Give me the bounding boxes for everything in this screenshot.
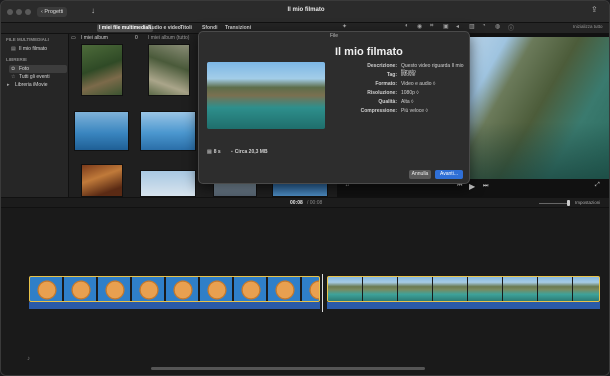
info-icon[interactable]: ⓘ — [508, 23, 514, 32]
photo-thumbnail[interactable] — [140, 111, 196, 151]
timecode-bar: 00:08 / 00:08 Impostazioni — [1, 197, 609, 208]
compression-label: Compressione: — [360, 108, 397, 114]
play-icon[interactable]: ▶ — [469, 182, 475, 191]
tab-titles[interactable]: Titoli — [178, 24, 194, 32]
duration-stat: ▤ 8 s — [207, 149, 221, 155]
dialog-header: File — [329, 33, 339, 39]
playhead[interactable] — [322, 274, 323, 312]
window-title: Il mio filmato — [287, 7, 325, 13]
zoom-window-button[interactable] — [25, 9, 31, 15]
sidebar-item-library[interactable]: ▸ Libreria iMovie — [5, 81, 63, 89]
minimize-window-button[interactable] — [16, 9, 22, 15]
clip-audio-2[interactable] — [327, 302, 600, 309]
fullscreen-icon[interactable]: ⤢ — [595, 182, 600, 189]
quality-select[interactable]: Alta ◊ — [401, 99, 413, 105]
sidebar-item-project[interactable]: ▤ Il mio filmato — [9, 45, 67, 53]
filter-icon[interactable]: ◍ — [495, 23, 500, 30]
timeline-zoom-knob[interactable] — [567, 200, 570, 206]
photo-clip-1[interactable] — [29, 276, 320, 302]
sidebar-item-photos[interactable]: ✿ Foto — [9, 65, 67, 73]
format-select[interactable]: Video e audio ◊ — [401, 81, 435, 87]
size-value: Circa 20,3 MB — [234, 149, 268, 155]
speed-icon[interactable]: ◔ — [482, 23, 486, 29]
export-thumbnail — [207, 62, 325, 129]
star-icon: ☆ — [11, 74, 16, 80]
photo-thumbnail[interactable] — [74, 111, 129, 151]
title-bar: ‹ Progetti ↓ Il mio filmato ⇪ — [1, 1, 609, 23]
timeline-scrollbar[interactable] — [151, 367, 425, 370]
skip-forward-icon[interactable]: ⏭ — [483, 183, 488, 190]
timeline-zoom-slider[interactable] — [539, 203, 569, 204]
current-time: 00:08 — [290, 200, 303, 206]
export-file-dialog: File Il mio filmato Descrizione: Questo … — [198, 31, 470, 184]
album-label[interactable]: I miei album — [81, 35, 108, 41]
sidebar: FILE MULTIMEDIALI ▤ Il mio filmato LIBRE… — [1, 34, 69, 197]
quality-label: Qualità: — [378, 99, 397, 105]
film-icon: ▤ — [207, 149, 212, 155]
disk-icon: ▪ — [231, 149, 233, 155]
import-icon[interactable]: ↓ — [91, 6, 95, 15]
timeline-settings-button[interactable]: Impostazioni — [575, 200, 600, 205]
duration-value: 8 s — [213, 149, 221, 155]
photo-thumbnail[interactable] — [272, 182, 328, 197]
video-clip-2[interactable] — [327, 276, 600, 302]
skip-back-icon[interactable]: ⏮ — [457, 183, 462, 190]
album-icon: ▭ — [71, 35, 76, 41]
photos-icon: ✿ — [11, 66, 16, 72]
sidebar-item-all-events[interactable]: ☆ Tutti gli eventi — [9, 73, 67, 81]
cancel-button[interactable]: Annulla — [409, 170, 431, 179]
export-title[interactable]: Il mio filmato — [335, 46, 403, 58]
album-all-label[interactable]: I miei album (tutto) — [148, 35, 189, 41]
clip-audio-1[interactable] — [29, 302, 320, 309]
projects-back-button[interactable]: ‹ Progetti — [37, 7, 68, 17]
tab-my-media[interactable]: I miei file multimediali — [97, 24, 153, 32]
color-correction-icon[interactable]: ◉ — [417, 23, 422, 30]
magic-wand-icon[interactable]: ✦ — [342, 23, 347, 30]
timeline: ♪ — [1, 208, 609, 375]
share-icon[interactable]: ⇪ — [591, 5, 598, 14]
description-label: Descrizione: — [367, 63, 397, 69]
audio-meter-icon: ♪ — [27, 356, 30, 362]
sidebar-item-label: Foto — [19, 66, 30, 72]
close-window-button[interactable] — [7, 9, 13, 15]
photo-thumbnail[interactable] — [81, 44, 123, 96]
size-stat: ▪ Circa 20,3 MB — [231, 149, 268, 155]
total-time: / 00:08 — [307, 200, 323, 206]
tags-label: Tag: — [386, 72, 397, 78]
photo-thumbnail[interactable] — [148, 44, 190, 96]
film-icon: ▤ — [11, 46, 16, 52]
stabilization-icon[interactable]: ▣ — [443, 23, 449, 30]
sidebar-section-libraries: LIBRERIE — [6, 57, 28, 62]
photo-thumbnail[interactable] — [81, 164, 123, 197]
format-label: Formato: — [375, 81, 397, 87]
album-count: 0 — [135, 35, 138, 41]
photo-thumbnail[interactable] — [140, 170, 196, 197]
sidebar-section-media: FILE MULTIMEDIALI — [6, 37, 49, 42]
next-button[interactable]: Avanti... — [435, 170, 463, 179]
compression-select[interactable]: Più veloce ◊ — [401, 108, 428, 114]
sidebar-item-label: Tutti gli eventi — [19, 74, 50, 80]
preview-image — [467, 37, 609, 179]
resolution-select[interactable]: 1080p ◊ — [401, 90, 419, 96]
sidebar-item-label: Il mio filmato — [19, 46, 48, 52]
crop-icon[interactable]: ⌗ — [430, 23, 433, 30]
noise-reduction-icon[interactable]: ▥ — [469, 23, 475, 30]
resolution-label: Risoluzione: — [367, 90, 397, 96]
sidebar-item-label: Libreria iMovie — [15, 82, 48, 88]
photo-thumbnail[interactable] — [213, 182, 257, 197]
color-balance-icon[interactable]: ◐ — [405, 23, 409, 29]
tags-field[interactable]: iMovie — [401, 72, 415, 78]
imovie-window: ‹ Progetti ↓ Il mio filmato ⇪ I miei fil… — [0, 0, 610, 376]
disclosure-triangle-icon: ▸ — [7, 82, 10, 88]
reset-all-button[interactable]: Inizializza tutto — [573, 24, 603, 29]
volume-icon[interactable]: ◂ — [456, 23, 459, 30]
